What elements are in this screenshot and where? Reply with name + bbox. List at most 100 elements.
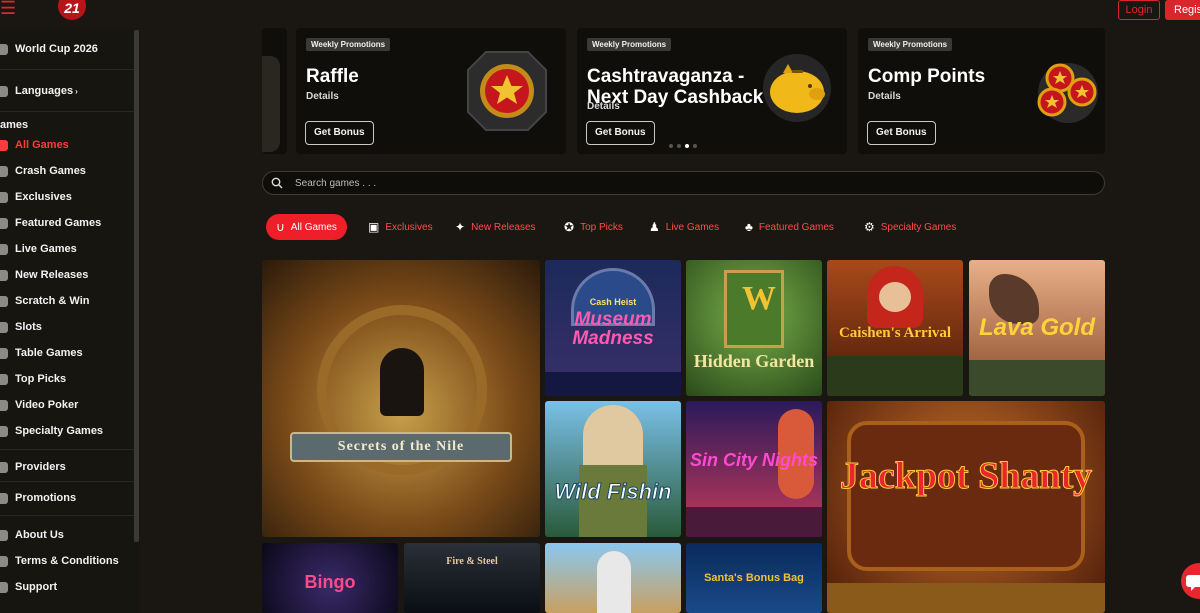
tab-specialty-games[interactable]: ⚙ Specialty Games [864,214,956,240]
sidebar-item-exclusives[interactable]: Exclusives [0,189,72,205]
chevron-right-icon: › [75,86,78,96]
tab-new-releases[interactable]: ✦ New Releases [455,214,536,240]
game-tile-wizard[interactable] [545,543,681,613]
sidebar-item-support[interactable]: Support [0,579,57,595]
get-bonus-button[interactable]: Get Bonus [305,121,374,145]
horseshoe-icon: ∪ [276,220,285,234]
game-tile-sin-city-nights[interactable]: Sin City Nights [686,401,822,537]
game-tile-hidden-garden[interactable]: W Hidden Garden [686,260,822,396]
piggy-bank-icon [763,54,831,122]
promo-details-link[interactable]: Details [306,91,339,102]
tab-top-picks[interactable]: ✪ Top Picks [564,214,623,240]
sparkle-icon: ✦ [455,220,466,234]
search-bar[interactable] [262,171,1105,195]
get-bonus-button[interactable]: Get Bonus [867,121,936,145]
coins-icon [1037,63,1098,123]
sidebar-item-top-picks[interactable]: Top Picks [0,371,66,387]
globe-icon [0,85,8,97]
game-tile-wild-fishin[interactable]: Wild Fishin [545,401,681,537]
search-icon [271,177,283,189]
poker-icon [0,399,8,411]
promo-details-link[interactable]: Details [868,91,901,102]
exclusive-icon: ▣ [368,220,380,234]
ticket-icon [0,295,8,307]
rocket-icon [0,165,8,177]
chat-icon[interactable] [1181,563,1200,599]
carousel-dot[interactable] [677,144,681,148]
sparkle-icon [0,269,8,281]
clover-icon: ♣ [745,220,753,234]
game-tile-fire-steel[interactable]: Fire & Steel [404,543,540,613]
svg-text:21: 21 [63,0,80,16]
sidebar-item-scratch-win[interactable]: Scratch & Win [0,293,89,309]
promo-title: Comp Points [868,66,986,87]
headset-icon [0,581,8,593]
game-tile-caishens-arrival[interactable]: Caishen's Arrival [827,260,963,396]
sidebar-item-live-games[interactable]: Live Games [0,241,77,257]
promo-card: Weekly Promotions Comp Points Details Ge… [858,28,1105,154]
trophy-icon [0,43,8,55]
game-tile-secrets-of-the-nile[interactable]: Secrets of the Nile [262,260,540,537]
game-tile-lava-gold[interactable]: Lava Gold [969,260,1105,396]
carousel-dot-active[interactable] [685,144,689,148]
carousel-dots[interactable] [669,144,697,148]
tab-all-games[interactable]: ∪ All Games [266,214,347,240]
promo-card: Weekly Promotions Cashtravaganza - Next D… [577,28,847,154]
slot-icon [0,321,8,333]
site-logo[interactable]: 21 [52,0,92,26]
search-input[interactable] [295,175,1075,191]
sidebar-item-terms[interactable]: Terms & Conditions [0,553,119,569]
sidebar-item-slots[interactable]: Slots [0,319,42,335]
game-tile-santas-bonus-bag[interactable]: Santa's Bonus Bag [686,543,822,613]
sidebar-item-promotions[interactable]: Promotions [0,490,76,506]
sidebar-item-specialty-games[interactable]: Specialty Games [0,423,103,439]
sidebar-item-video-poker[interactable]: Video Poker [0,397,78,413]
sidebar-games-heading: ames [0,119,29,131]
game-tile-bingo[interactable]: Bingo [262,543,398,613]
game-tile-museum-madness[interactable]: Cash Heist Museum Madness [545,260,681,396]
trophy-icon [0,217,8,229]
sidebar-item-crash-games[interactable]: Crash Games [0,163,86,179]
tab-live-games[interactable]: ♟ Live Games [649,214,719,240]
sidebar: World Cup 2026 Languages › ames All Game… [0,28,140,613]
promo-card: Weekly Promotions Raffle Details Get Bon… [296,28,566,154]
horseshoe-icon [0,139,8,151]
promo-tag: Weekly Promotions [306,38,391,51]
star-icon [0,191,8,203]
dealer-icon [0,243,8,255]
sidebar-item-table-games[interactable]: Table Games [0,345,83,361]
register-button[interactable]: Regis [1165,0,1200,20]
gear-icon: ⚙ [864,220,875,234]
promo-title: Raffle [306,66,359,87]
carousel-dot[interactable] [693,144,697,148]
gift-icon [0,492,8,504]
promo-card-previous[interactable] [262,28,287,154]
sidebar-item-languages[interactable]: Languages › [0,83,78,99]
sidebar-item-featured-games[interactable]: Featured Games [0,215,101,231]
star-coin-icon [467,51,547,131]
sidebar-item-world-cup[interactable]: World Cup 2026 [0,41,98,57]
medal-icon [0,373,8,385]
carousel-dot[interactable] [669,144,673,148]
sidebar-scrollbar[interactable] [134,30,139,542]
medal-icon: ✪ [564,220,575,234]
tab-exclusives[interactable]: ▣ Exclusives [368,214,433,240]
get-bonus-button[interactable]: Get Bonus [586,121,655,145]
cards-icon [0,347,8,359]
sidebar-item-new-releases[interactable]: New Releases [0,267,88,283]
document-icon [0,555,8,567]
dealer-icon: ♟ [649,220,660,234]
info-icon [0,529,8,541]
hamburger-icon[interactable]: ☰ [0,0,20,20]
promo-tag: Weekly Promotions [868,38,953,51]
login-button[interactable]: Login [1118,0,1160,20]
sidebar-item-about[interactable]: About Us [0,527,64,543]
promo-details-link[interactable]: Details [587,101,620,112]
sidebar-item-providers[interactable]: Providers [0,459,66,475]
promo-tag: Weekly Promotions [587,38,672,51]
sidebar-item-all-games[interactable]: All Games [0,137,69,153]
game-tile-jackpot-shanty[interactable]: Jackpot Shanty [827,401,1105,613]
dice-icon [0,425,8,437]
providers-icon [0,461,8,473]
tab-featured-games[interactable]: ♣ Featured Games [745,214,834,240]
